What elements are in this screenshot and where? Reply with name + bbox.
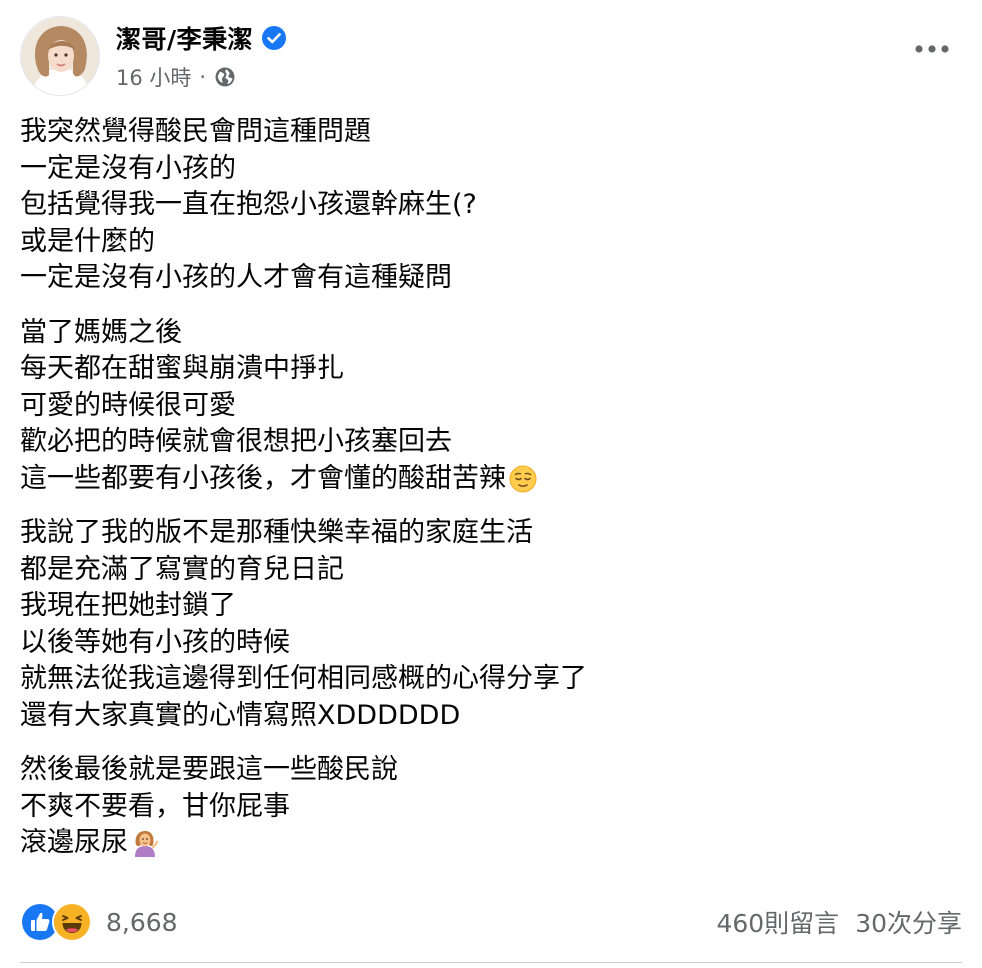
meta-separator: ·: [199, 65, 207, 89]
post-meta: 16 小時 ·: [116, 62, 236, 92]
post-line-with-emoji: 這一些都要有小孩後，才會懂的酸甜苦辣: [20, 461, 962, 498]
reactions-summary[interactable]: 8,668: [20, 902, 178, 942]
post-line: 歡必把的時候就會很想把小孩塞回去: [20, 426, 452, 457]
post-line: 我現在把她封鎖了: [20, 590, 236, 621]
post-line: 包括覺得我一直在抱怨小孩還幹麻生(?: [20, 189, 477, 220]
post-line: 一定是沒有小孩的人才會有這種疑問: [20, 262, 452, 293]
post-body: 我突然覺得酸民會問這種問題 一定是沒有小孩的 包括覺得我一直在抱怨小孩還幹麻生(…: [20, 114, 962, 880]
verified-badge-icon: [261, 25, 287, 51]
footer-divider: [20, 962, 962, 963]
post-line: 然後最後就是要跟這一些酸民說: [20, 754, 398, 785]
globe-icon[interactable]: [214, 66, 236, 88]
post-line: 當了媽媽之後: [20, 316, 182, 348]
post-line: 還有大家真實的心情寫照XDDDDDD: [20, 699, 461, 731]
post-paragraph: 然後最後就是要跟這一些酸民說 不爽不要看，甘你屁事 滾邊尿尿: [20, 752, 962, 862]
post-line: 我說了我的版不是那種快樂幸福的家庭生活: [20, 517, 533, 548]
post-line: 或是什麼的: [20, 225, 155, 257]
post-line-with-emoji: 滾邊尿尿: [20, 825, 962, 862]
post-line: 以後等她有小孩的時候: [20, 626, 290, 658]
post-footer: 8,668 460則留言 30次分享: [20, 896, 962, 948]
avatar-photo-icon: [21, 17, 99, 95]
post-stats: 460則留言 30次分享: [716, 904, 962, 940]
post-line: 都是充滿了寫實的育兒日記: [20, 553, 344, 585]
post-line: 不爽不要看，甘你屁事: [20, 790, 290, 822]
post-paragraph: 當了媽媽之後 每天都在甜蜜與崩潰中掙扎 可愛的時候很可愛 歡必把的時候就會很想把…: [20, 315, 962, 498]
facebook-post: 潔哥/李秉潔 16 小時 · 我突然覺得酸民會問這種問題 一定是沒有小孩的 包括…: [0, 0, 982, 968]
post-line: 每天都在甜蜜與崩潰中掙扎: [20, 353, 344, 384]
author-avatar[interactable]: [20, 16, 100, 96]
post-header: 潔哥/李秉潔 16 小時 ·: [20, 16, 962, 100]
post-line-text: 滾邊尿尿: [20, 827, 128, 858]
shares-count-link[interactable]: 30次分享: [855, 904, 962, 940]
more-options-button[interactable]: [910, 34, 954, 64]
author-row: 潔哥/李秉潔: [116, 20, 287, 56]
post-line-text: 這一些都要有小孩後，才會懂的酸甜苦辣: [20, 462, 506, 494]
post-paragraph: 我說了我的版不是那種快樂幸福的家庭生活 都是充滿了寫實的育兒日記 我現在把她封鎖…: [20, 515, 962, 734]
post-paragraph: 我突然覺得酸民會問這種問題 一定是沒有小孩的 包括覺得我一直在抱怨小孩還幹麻生(…: [20, 114, 962, 297]
relieved-face-emoji-icon: [508, 464, 538, 494]
comments-count-link[interactable]: 460則留言: [716, 904, 839, 940]
tipping-hand-woman-emoji-icon: [130, 828, 160, 858]
reaction-count: 8,668: [106, 907, 178, 937]
haha-icon: [52, 902, 92, 942]
post-line: 一定是沒有小孩的: [20, 152, 236, 184]
post-line: 我突然覺得酸民會問這種問題: [20, 116, 371, 147]
post-timestamp[interactable]: 16 小時: [116, 62, 191, 92]
post-line: 就無法從我這邊得到任何相同感概的心得分享了: [20, 663, 587, 694]
post-line: 可愛的時候很可愛: [20, 389, 236, 421]
more-options-icon: [915, 45, 949, 53]
author-name[interactable]: 潔哥/李秉潔: [116, 20, 253, 56]
